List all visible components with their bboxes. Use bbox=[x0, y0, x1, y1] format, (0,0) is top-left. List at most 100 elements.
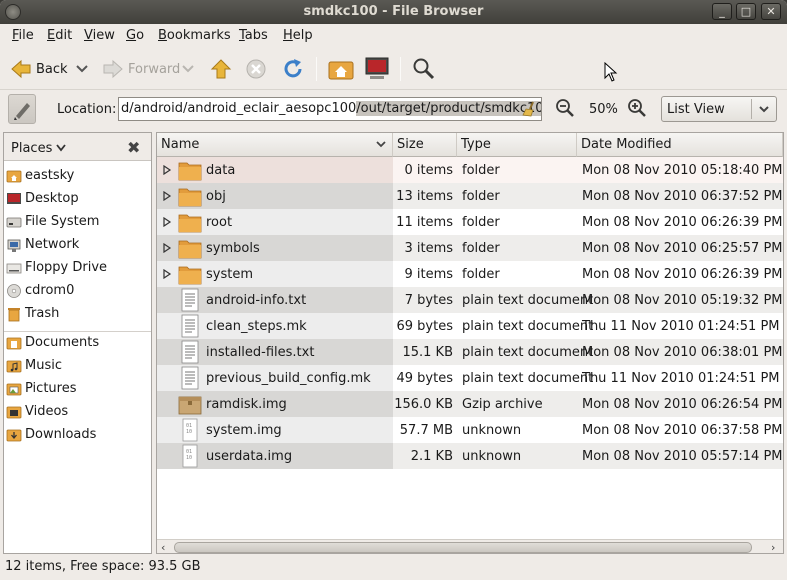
scrollbar-thumb[interactable] bbox=[174, 542, 752, 553]
sidebar-item-floppy-drive[interactable]: Floppy Drive bbox=[4, 257, 151, 280]
documents-icon bbox=[6, 337, 22, 350]
computer-button[interactable] bbox=[364, 53, 390, 85]
file-date: Mon 08 Nov 2010 06:37:58 PM KST bbox=[582, 423, 783, 438]
file-name: obj bbox=[206, 189, 226, 204]
forward-history-dropdown[interactable] bbox=[182, 53, 194, 85]
back-history-dropdown[interactable] bbox=[76, 53, 88, 85]
file-type: folder bbox=[462, 267, 500, 282]
sidebar-item-desktop[interactable]: Desktop bbox=[4, 188, 151, 211]
file-row[interactable]: root 11 items folder Mon 08 Nov 2010 06:26:… bbox=[157, 209, 783, 235]
sidebar-item-downloads[interactable]: Downloads bbox=[4, 424, 151, 447]
sidebar-item-cdrom0[interactable]: cdrom0 bbox=[4, 280, 151, 303]
file-row[interactable]: previous_build_config.mk 49 bytes plain te… bbox=[157, 365, 783, 391]
zoom-in-icon[interactable] bbox=[627, 98, 647, 118]
file-name: userdata.img bbox=[206, 449, 293, 464]
file-row[interactable]: clean_steps.mk 69 bytes plain text documen… bbox=[157, 313, 783, 339]
sidebar-item-videos[interactable]: Videos bbox=[4, 401, 151, 424]
close-button[interactable]: ✕ bbox=[761, 3, 781, 20]
file-row[interactable]: system 9 items folder Mon 08 Nov 2010 06:26… bbox=[157, 261, 783, 287]
file-date: Mon 08 Nov 2010 05:19:32 PM KST bbox=[582, 293, 783, 308]
close-sidebar-icon[interactable]: ✖ bbox=[127, 138, 140, 157]
toolbar-separator bbox=[316, 57, 317, 81]
expander-icon[interactable] bbox=[163, 269, 172, 279]
file-list-view: Name Size Type Date Modified data 0 items… bbox=[156, 132, 784, 554]
forward-button[interactable]: Forward bbox=[102, 53, 180, 85]
scroll-left-icon[interactable]: ‹ bbox=[161, 541, 165, 553]
column-header-name[interactable]: Name bbox=[157, 133, 393, 157]
reload-button[interactable] bbox=[282, 53, 304, 85]
file-name: symbols bbox=[206, 241, 260, 256]
horizontal-scrollbar[interactable]: ‹ › bbox=[157, 539, 783, 553]
folder-icon bbox=[178, 266, 202, 285]
floppy-icon bbox=[6, 263, 22, 274]
file-date: Mon 08 Nov 2010 06:37:52 PM KST bbox=[582, 189, 783, 204]
file-size: 11 items bbox=[396, 215, 453, 230]
back-button[interactable]: Back bbox=[10, 53, 68, 85]
expander-icon[interactable] bbox=[163, 191, 172, 201]
zoom-out-icon[interactable] bbox=[555, 98, 575, 118]
minimize-button[interactable]: _ bbox=[712, 3, 732, 20]
maximize-button[interactable]: □ bbox=[736, 3, 756, 20]
toggle-location-mode-button[interactable] bbox=[8, 94, 36, 124]
file-row[interactable]: android-info.txt 7 bytes plain text docume… bbox=[157, 287, 783, 313]
menu-tabs[interactable]: Tabs bbox=[239, 28, 268, 43]
folder-icon bbox=[178, 188, 202, 207]
menu-view[interactable]: View bbox=[84, 28, 115, 43]
title-bar[interactable]: smdkc100 - File Browser _ □ ✕ bbox=[0, 0, 787, 24]
file-row[interactable]: installed-files.txt 15.1 KB plain text doc… bbox=[157, 339, 783, 365]
scroll-right-icon[interactable]: › bbox=[771, 541, 775, 553]
folder-icon bbox=[178, 240, 202, 259]
sidebar-item-file-system[interactable]: File System bbox=[4, 211, 151, 234]
view-mode-select[interactable]: List View bbox=[661, 96, 777, 122]
sidebar-item-label: Music bbox=[25, 358, 62, 373]
column-header-date[interactable]: Date Modified bbox=[577, 133, 783, 157]
file-row[interactable]: data 0 items folder Mon 08 Nov 2010 05:18:4… bbox=[157, 157, 783, 183]
location-path-text: d/android/android_eclair_aesopc100 bbox=[121, 101, 357, 116]
column-header-size[interactable]: Size bbox=[393, 133, 457, 157]
expander-icon[interactable] bbox=[163, 217, 172, 227]
sidebar-item-music[interactable]: Music bbox=[4, 355, 151, 378]
file-date: Mon 08 Nov 2010 05:18:40 PM KST bbox=[582, 163, 783, 178]
sidebar-item-trash[interactable]: Trash bbox=[4, 303, 151, 326]
file-row[interactable]: 01 10 userdata.img 2.1 KB unknown Mon 08 Nov … bbox=[157, 443, 783, 469]
svg-text:10: 10 bbox=[186, 429, 192, 435]
file-name: ramdisk.img bbox=[206, 397, 287, 412]
menu-help[interactable]: Help bbox=[283, 28, 313, 43]
up-button[interactable] bbox=[210, 53, 232, 85]
sort-descending-icon bbox=[376, 141, 386, 148]
location-bar: Location: d/android/android_eclair_aesop… bbox=[0, 90, 787, 128]
file-row[interactable]: obj 13 items folder Mon 08 Nov 2010 06:37:5… bbox=[157, 183, 783, 209]
menu-edit[interactable]: Edit bbox=[47, 28, 72, 43]
file-row[interactable]: ramdisk.img 156.0 KB Gzip archive Mon 08 No… bbox=[157, 391, 783, 417]
sidebar-item-label: Network bbox=[25, 237, 80, 252]
sidebar-item-eastsky[interactable]: eastsky bbox=[4, 165, 151, 188]
file-name: previous_build_config.mk bbox=[206, 371, 371, 386]
sidebar-item-network[interactable]: Network bbox=[4, 234, 151, 257]
location-input[interactable]: d/android/android_eclair_aesopc100/out/t… bbox=[118, 97, 542, 121]
file-row[interactable]: 01 10 system.img 57.7 MB unknown Mon 08 Nov 2… bbox=[157, 417, 783, 443]
file-type: folder bbox=[462, 163, 500, 178]
file-name: system bbox=[206, 267, 253, 282]
menu-bookmarks[interactable]: Bookmarks bbox=[158, 28, 231, 43]
file-size: 69 bytes bbox=[396, 319, 454, 334]
sidebar-title-dropdown[interactable]: Places bbox=[11, 141, 67, 156]
file-name: installed-files.txt bbox=[206, 345, 315, 360]
menu-file[interactable]: File bbox=[12, 28, 34, 43]
expander-icon[interactable] bbox=[163, 165, 172, 175]
home-button[interactable] bbox=[328, 53, 354, 85]
mouse-pointer-icon bbox=[604, 62, 618, 82]
clear-icon[interactable] bbox=[521, 101, 537, 117]
sidebar-item-label: Desktop bbox=[25, 191, 79, 206]
toolbar: Back Forward bbox=[0, 48, 787, 90]
search-button[interactable] bbox=[412, 53, 436, 85]
menu-go[interactable]: Go bbox=[126, 28, 144, 43]
sidebar-item-documents[interactable]: Documents bbox=[4, 332, 151, 355]
expander-icon[interactable] bbox=[163, 243, 172, 253]
stop-button[interactable] bbox=[245, 53, 267, 85]
column-header-type[interactable]: Type bbox=[457, 133, 577, 157]
file-browser-window: smdkc100 - File Browser _ □ ✕ File Edit … bbox=[0, 0, 787, 580]
file-date: Mon 08 Nov 2010 06:26:54 PM KST bbox=[582, 397, 783, 412]
file-size: 7 bytes bbox=[404, 293, 453, 308]
sidebar-item-pictures[interactable]: Pictures bbox=[4, 378, 151, 401]
file-row[interactable]: symbols 3 items folder Mon 08 Nov 2010 06:2… bbox=[157, 235, 783, 261]
